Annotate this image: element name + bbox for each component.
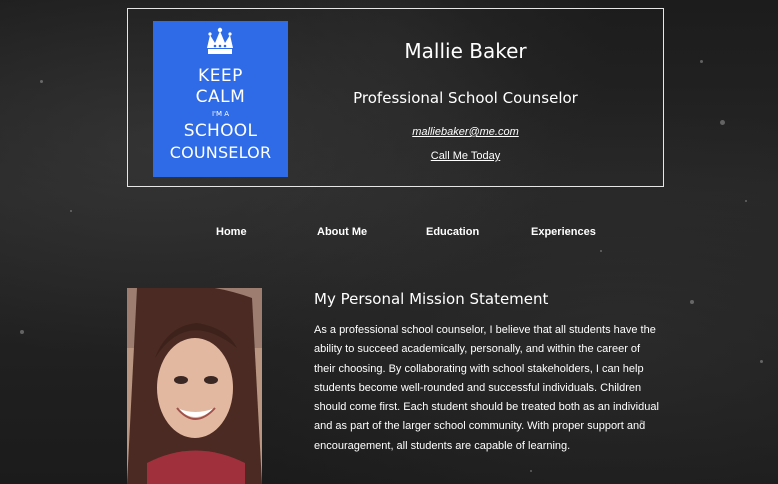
nav-about-me[interactable]: About Me xyxy=(317,226,367,238)
background-speck xyxy=(600,250,602,252)
nav-education[interactable]: Education xyxy=(426,226,479,238)
site-name: Mallie Baker xyxy=(404,39,527,63)
keep-calm-logo: KEEP CALM I'M A SCHOOL COUNSELOR xyxy=(153,21,288,177)
background-speck xyxy=(690,300,694,304)
nav-home[interactable]: Home xyxy=(216,226,247,238)
background-speck xyxy=(720,120,725,125)
header-box: KEEP CALM I'M A SCHOOL COUNSELOR Mallie … xyxy=(127,8,664,187)
background-speck xyxy=(760,360,763,363)
background-speck xyxy=(70,210,72,212)
logo-line-counselor: COUNSELOR xyxy=(169,143,272,162)
background-speck xyxy=(40,80,43,83)
logo-line-keep: KEEP xyxy=(198,66,243,86)
mission-title: My Personal Mission Statement xyxy=(314,290,549,308)
crown-icon xyxy=(207,27,233,54)
logo-line-school: SCHOOL xyxy=(183,121,258,141)
logo-line-im-a: I'M A xyxy=(211,110,230,118)
call-me-link[interactable]: Call Me Today xyxy=(368,150,563,162)
portrait-illustration xyxy=(127,288,262,484)
email-link[interactable]: malliebaker@me.com xyxy=(368,126,563,138)
logo-line-calm: CALM xyxy=(195,87,246,107)
site-role: Professional School Counselor xyxy=(353,89,578,107)
profile-photo xyxy=(127,288,262,484)
background-speck xyxy=(530,470,532,472)
background-speck xyxy=(700,60,703,63)
nav-experiences[interactable]: Experiences xyxy=(531,226,596,238)
background-speck xyxy=(20,330,24,334)
background-speck xyxy=(745,200,747,202)
mission-text: As a professional school counselor, I be… xyxy=(314,324,659,452)
